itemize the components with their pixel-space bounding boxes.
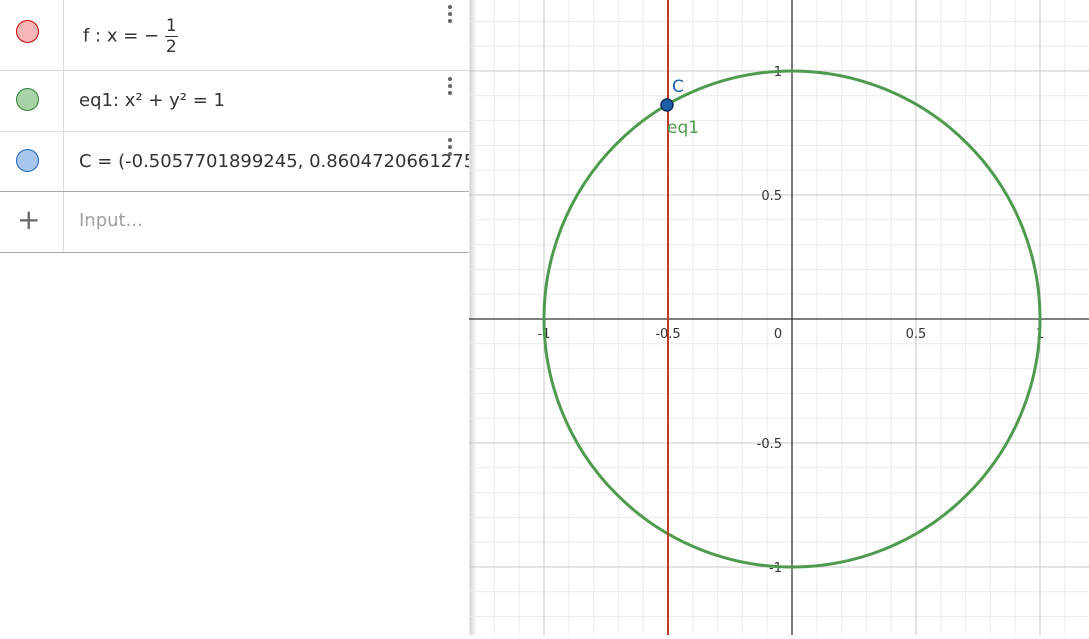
more-options-icon[interactable] xyxy=(446,138,454,160)
y-tick-labels: 10.5-0.5-1 xyxy=(757,65,782,576)
point-C-label: C xyxy=(672,77,684,97)
algebra-row-C[interactable]: C = (-0.5057701899245, 0.8604720661275) xyxy=(0,132,469,192)
fraction-denominator: 2 xyxy=(165,37,177,57)
y-tick-label: -1 xyxy=(769,561,782,576)
algebra-row-f[interactable]: f : x = − 1 2 xyxy=(0,0,469,71)
x-tick-label: 0.5 xyxy=(906,327,927,342)
plus-icon[interactable]: + xyxy=(17,206,40,234)
visibility-toggle-eq1[interactable] xyxy=(16,88,39,111)
y-tick-label: 0.5 xyxy=(761,189,782,204)
circle-eq1-label: eq1 xyxy=(667,118,699,138)
algebra-input-row[interactable]: + Input... xyxy=(0,192,469,253)
expression-f-prefix: f : x = − xyxy=(83,25,160,47)
algebra-view: f : x = − 1 2 eq1: x² + y² = 1 C = (-0.5… xyxy=(0,0,469,635)
marble-cell xyxy=(0,0,64,70)
marble-cell: + xyxy=(0,192,64,252)
visibility-toggle-f[interactable] xyxy=(16,20,39,43)
visibility-toggle-C[interactable] xyxy=(16,149,39,172)
major-grid xyxy=(469,0,1089,635)
graphics-view[interactable]: -1-0.500.51 10.5-0.5-1 C eq1 xyxy=(469,0,1089,635)
algebra-row-eq1[interactable]: eq1: x² + y² = 1 xyxy=(0,71,469,132)
expression-f[interactable]: f : x = − 1 2 xyxy=(83,16,178,57)
expression-C[interactable]: C = (-0.5057701899245, 0.8604720661275) xyxy=(79,151,469,172)
marble-cell xyxy=(0,132,64,191)
x-tick-label: 0 xyxy=(774,327,782,342)
fraction-numerator: 1 xyxy=(164,16,178,37)
point-C[interactable] xyxy=(660,98,674,112)
x-tick-labels: -1-0.500.51 xyxy=(538,327,1045,342)
more-options-icon[interactable] xyxy=(446,77,454,99)
minor-grid xyxy=(469,0,1089,635)
input-bar[interactable]: Input... xyxy=(79,210,143,231)
graphics-canvas[interactable]: -1-0.500.51 10.5-0.5-1 C eq1 xyxy=(469,0,1089,635)
more-options-icon[interactable] xyxy=(446,5,454,27)
y-tick-label: -0.5 xyxy=(757,437,782,452)
marble-cell xyxy=(0,71,64,131)
expression-eq1[interactable]: eq1: x² + y² = 1 xyxy=(79,90,225,111)
fraction: 1 2 xyxy=(164,16,178,57)
